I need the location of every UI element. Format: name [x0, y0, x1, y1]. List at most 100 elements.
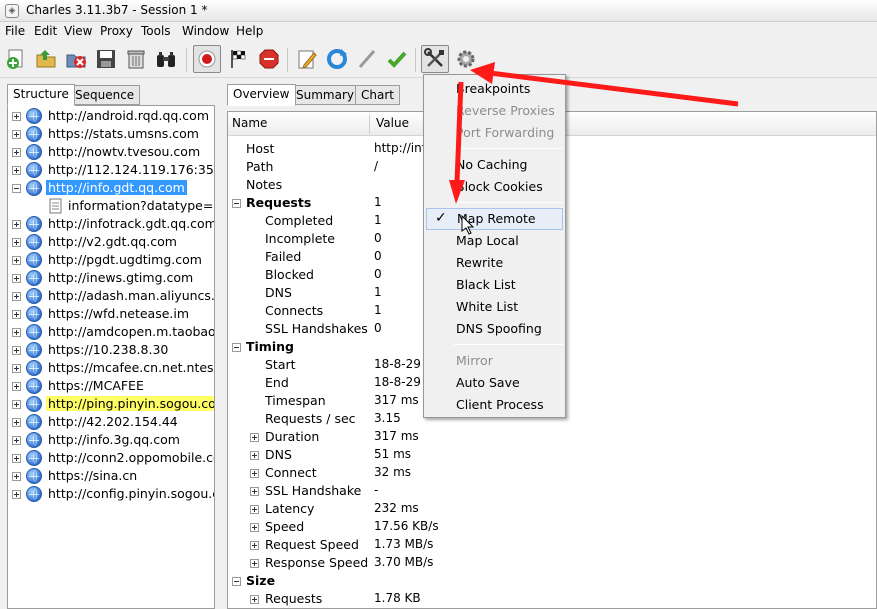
- menu-item-breakpoints[interactable]: Breakpoints: [424, 78, 565, 100]
- expand-toggle-icon[interactable]: [12, 472, 21, 481]
- tree-host-item[interactable]: https://MCAFEE: [8, 377, 214, 395]
- overview-row[interactable]: Requests 1.78 KB: [228, 590, 876, 608]
- expand-toggle-icon[interactable]: [250, 487, 259, 496]
- menu-item-block-cookies[interactable]: Block Cookies: [424, 176, 565, 198]
- overview-row[interactable]: Latency 232 ms: [228, 500, 876, 518]
- repeat-icon[interactable]: [323, 45, 351, 73]
- breakpoints-icon[interactable]: [255, 45, 283, 73]
- expand-toggle-icon[interactable]: [12, 220, 21, 229]
- edit-icon[interactable]: [353, 45, 381, 73]
- menu-item-rewrite[interactable]: Rewrite: [424, 252, 565, 274]
- tree-host-item[interactable]: http://info.gdt.qq.com: [8, 179, 214, 197]
- collapse-toggle-icon[interactable]: [12, 184, 21, 193]
- tree-host-item[interactable]: http://info.3g.qq.com: [8, 431, 214, 449]
- tab-chart[interactable]: Chart: [355, 85, 400, 105]
- collapse-toggle-icon[interactable]: [232, 343, 241, 352]
- close-session-icon[interactable]: [62, 45, 90, 73]
- menu-tools[interactable]: Tools: [141, 24, 171, 38]
- menu-item-port-forwarding[interactable]: Port Forwarding: [424, 122, 565, 144]
- column-header-value[interactable]: Value: [376, 116, 409, 130]
- expand-toggle-icon[interactable]: [12, 148, 21, 157]
- open-session-icon[interactable]: [32, 45, 60, 73]
- compose-icon[interactable]: [293, 45, 321, 73]
- expand-toggle-icon[interactable]: [12, 310, 21, 319]
- expand-toggle-icon[interactable]: [250, 469, 259, 478]
- expand-toggle-icon[interactable]: [12, 418, 21, 427]
- tree-host-item[interactable]: https://mcafee.cn.net.ntes: [8, 359, 214, 377]
- tab-overview[interactable]: Overview: [227, 84, 296, 106]
- expand-toggle-icon[interactable]: [250, 433, 259, 442]
- expand-toggle-icon[interactable]: [12, 436, 21, 445]
- menu-item-map-remote[interactable]: ✓ Map Remote: [426, 208, 563, 230]
- tab-summary[interactable]: Summary: [290, 85, 360, 105]
- overview-row[interactable]: Speed 17.56 KB/s: [228, 518, 876, 536]
- tree-host-item[interactable]: http://adash.man.aliyuncs.com: [8, 287, 214, 305]
- tree-host-item[interactable]: http://pgdt.ugdtimg.com: [8, 251, 214, 269]
- menu-item-no-caching[interactable]: No Caching: [424, 154, 565, 176]
- tree-host-item[interactable]: https://stats.umsns.com: [8, 125, 214, 143]
- tree-host-item[interactable]: https://wfd.netease.im: [8, 305, 214, 323]
- tree-host-item[interactable]: http://infotrack.gdt.qq.com: [8, 215, 214, 233]
- menu-item-client-process[interactable]: Client Process: [424, 394, 565, 416]
- menu-item-auto-save[interactable]: Auto Save: [424, 372, 565, 394]
- save-session-icon[interactable]: [92, 45, 120, 73]
- column-header-name[interactable]: Name: [232, 116, 267, 130]
- expand-toggle-icon[interactable]: [12, 454, 21, 463]
- overview-row[interactable]: Connect 32 ms: [228, 464, 876, 482]
- throttle-icon[interactable]: [224, 45, 252, 73]
- tree-host-item[interactable]: http://42.202.154.44: [8, 413, 214, 431]
- expand-toggle-icon[interactable]: [12, 238, 21, 247]
- tree-host-item[interactable]: http://v2.gdt.qq.com: [8, 233, 214, 251]
- record-icon[interactable]: [193, 45, 221, 73]
- expand-toggle-icon[interactable]: [250, 505, 259, 514]
- collapse-toggle-icon[interactable]: [232, 199, 241, 208]
- tree-host-item[interactable]: http://android.rqd.qq.com: [8, 107, 214, 125]
- collapse-toggle-icon[interactable]: [232, 577, 241, 586]
- expand-toggle-icon[interactable]: [250, 595, 259, 604]
- tree-host-item[interactable]: http://ping.pinyin.sogou.com: [8, 395, 214, 413]
- overview-row[interactable]: Duration 317 ms: [228, 428, 876, 446]
- tree-host-item[interactable]: https://sina.cn: [8, 467, 214, 485]
- tree-host-item[interactable]: http://112.124.119.176:3553: [8, 161, 214, 179]
- menu-view[interactable]: View: [64, 24, 92, 38]
- tab-sequence[interactable]: Sequence: [69, 85, 141, 105]
- column-divider[interactable]: [369, 114, 370, 134]
- expand-toggle-icon[interactable]: [12, 274, 21, 283]
- tree-child-item[interactable]: information?datatype=28: [8, 197, 214, 215]
- expand-toggle-icon[interactable]: [12, 292, 21, 301]
- tree-host-item[interactable]: http://conn2.oppomobile.com: [8, 449, 214, 467]
- menu-item-reverse-proxies[interactable]: Reverse Proxies: [424, 100, 565, 122]
- menu-item-white-list[interactable]: White List: [424, 296, 565, 318]
- menu-window[interactable]: Window: [182, 24, 229, 38]
- expand-toggle-icon[interactable]: [12, 400, 21, 409]
- expand-toggle-icon[interactable]: [12, 328, 21, 337]
- tab-structure[interactable]: Structure: [7, 84, 75, 106]
- tools-icon[interactable]: [421, 45, 449, 73]
- menu-item-dns-spoofing[interactable]: DNS Spoofing: [424, 318, 565, 340]
- expand-toggle-icon[interactable]: [12, 256, 21, 265]
- overview-row[interactable]: Size: [228, 572, 876, 590]
- tree-host-item[interactable]: http://config.pinyin.sogou.com: [8, 485, 214, 503]
- validate-icon[interactable]: [383, 45, 411, 73]
- expand-toggle-icon[interactable]: [250, 523, 259, 532]
- overview-row[interactable]: Request Speed 1.73 MB/s: [228, 536, 876, 554]
- tree-host-item[interactable]: http://amdcopen.m.taobao.com: [8, 323, 214, 341]
- new-session-icon[interactable]: [2, 45, 30, 73]
- tree-host-item[interactable]: https://10.238.8.30: [8, 341, 214, 359]
- expand-toggle-icon[interactable]: [250, 559, 259, 568]
- menu-help[interactable]: Help: [236, 24, 263, 38]
- menu-item-mirror[interactable]: Mirror: [424, 350, 565, 372]
- tree-host-item[interactable]: http://nowtv.tvesou.com: [8, 143, 214, 161]
- expand-toggle-icon[interactable]: [12, 382, 21, 391]
- expand-toggle-icon[interactable]: [250, 451, 259, 460]
- expand-toggle-icon[interactable]: [12, 364, 21, 373]
- menu-item-black-list[interactable]: Black List: [424, 274, 565, 296]
- overview-row[interactable]: DNS 51 ms: [228, 446, 876, 464]
- menu-item-map-local[interactable]: Map Local: [424, 230, 565, 252]
- menu-edit[interactable]: Edit: [34, 24, 57, 38]
- tree-host-item[interactable]: http://inews.gtimg.com: [8, 269, 214, 287]
- expand-toggle-icon[interactable]: [250, 541, 259, 550]
- clear-session-icon[interactable]: [122, 45, 150, 73]
- overview-row[interactable]: SSL Handshake -: [228, 482, 876, 500]
- settings-icon[interactable]: [452, 45, 480, 73]
